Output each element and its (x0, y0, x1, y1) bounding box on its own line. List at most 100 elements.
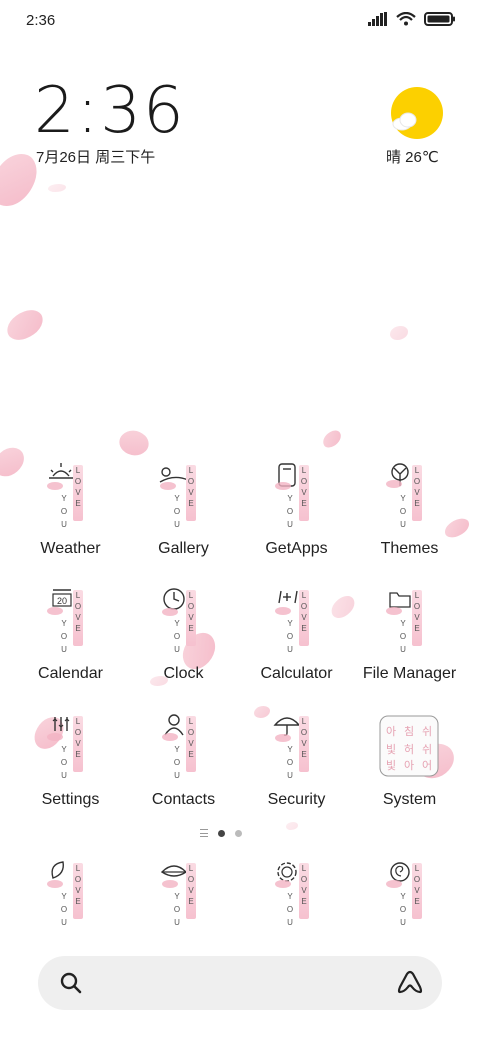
you-text: YOU (286, 494, 294, 529)
svg-text:빛: 빛 (386, 743, 396, 756)
app-label: Themes (380, 540, 439, 557)
search-bar[interactable] (38, 956, 442, 1010)
app-clock[interactable]: LOVE YOU Clock (127, 587, 240, 697)
contacts-app-icon: LOVE YOU (150, 713, 216, 785)
svg-text:아: 아 (404, 759, 414, 772)
love-strip: LOVE (73, 590, 83, 646)
you-text: YOU (286, 745, 294, 780)
you-text: YOU (399, 619, 407, 654)
app-label: Clock (163, 665, 204, 682)
flower-app-icon: LOVE YOU (263, 860, 329, 932)
weather-app-icon: LOVE YOU (37, 462, 103, 534)
svg-text:빛: 빛 (386, 759, 396, 772)
app-calculator[interactable]: LOVE YOU Calculator (240, 587, 353, 697)
status-bar: 2:36 (0, 0, 480, 44)
app-settings[interactable]: LOVE YOU Settings (14, 713, 127, 823)
security-app-icon: LOVE YOU (263, 713, 329, 785)
clock-app-icon: LOVE YOU (150, 587, 216, 659)
petal-decoration (48, 184, 66, 192)
love-strip: LOVE (186, 863, 196, 919)
app-label: GetApps (265, 540, 328, 557)
app-gallery[interactable]: LOVE YOU Gallery (127, 462, 240, 572)
svg-text:침: 침 (404, 725, 414, 738)
petal-decoration (2, 306, 48, 344)
you-text: YOU (173, 494, 181, 529)
love-strip: LOVE (299, 863, 309, 919)
love-strip: LOVE (73, 863, 83, 919)
you-text: YOU (60, 494, 68, 529)
love-strip: LOVE (299, 465, 309, 521)
you-text: YOU (173, 745, 181, 780)
leaf-app-icon: LOVE YOU (37, 860, 103, 932)
app-label: Calendar (38, 665, 103, 682)
petal-decoration (319, 427, 345, 451)
app-security[interactable]: LOVE YOU Security (240, 713, 353, 823)
love-strip: LOVE (299, 590, 309, 646)
assistant-icon[interactable] (396, 970, 424, 996)
app-themes[interactable]: LOVE YOU Themes (353, 462, 466, 572)
status-time: 2:36 (26, 12, 56, 29)
app-getapps[interactable]: LOVE YOU GetApps (240, 462, 353, 572)
themes-app-icon: LOVE YOU (376, 462, 442, 534)
wifi-icon (396, 12, 416, 26)
file-manager-app-icon: LOVE YOU (376, 587, 442, 659)
you-text: YOU (60, 745, 68, 780)
svg-text:어: 어 (422, 759, 432, 772)
app-label: Calculator (260, 665, 333, 682)
app-file-manager[interactable]: LOVE YOU File Manager (353, 587, 466, 697)
calendar-app-icon: 20 LOVE YOU (37, 587, 103, 659)
gallery-app-icon: LOVE YOU (150, 462, 216, 534)
app-label: Gallery (158, 540, 209, 557)
app-calendar[interactable]: 20 LOVE YOU Calendar (14, 587, 127, 697)
app-label: Contacts (151, 791, 216, 808)
clock-widget-time[interactable]: 2:36 (34, 74, 186, 148)
app-label: Weather (40, 540, 101, 557)
app-contacts[interactable]: LOVE YOU Contacts (127, 713, 240, 823)
dock-spiral-app[interactable]: LOVE YOU (353, 860, 466, 934)
you-text: YOU (173, 619, 181, 654)
love-strip: LOVE (412, 465, 422, 521)
chat-app-icon: LOVE YOU (150, 860, 216, 932)
svg-text:쉬: 쉬 (422, 743, 432, 756)
page-indicator[interactable] (200, 829, 242, 837)
calculator-app-icon: LOVE YOU (263, 587, 329, 659)
you-text: YOU (173, 892, 181, 927)
petal-decoration (114, 423, 154, 463)
you-text: YOU (286, 619, 294, 654)
svg-text:쉬: 쉬 (422, 725, 432, 738)
svg-text:아: 아 (386, 725, 396, 738)
app-weather[interactable]: LOVE YOU Weather (14, 462, 127, 572)
love-strip: LOVE (412, 863, 422, 919)
svg-text:20: 20 (57, 596, 67, 606)
app-label: File Manager (362, 665, 457, 682)
app-system-folder[interactable]: 아 침 쉬 빛 허 쉬 빛 아 어 System (353, 713, 466, 823)
folder-preview-icon: 아 침 쉬 빛 허 쉬 빛 아 어 (379, 715, 439, 777)
svg-text:허: 허 (404, 743, 414, 756)
love-strip: LOVE (73, 465, 83, 521)
app-label: Security (267, 791, 326, 808)
clock-widget-date[interactable]: 7月26日 周三下午 (36, 146, 155, 167)
page-dot-active (218, 829, 225, 837)
battery-icon (424, 12, 455, 26)
love-strip: LOVE (186, 590, 196, 646)
menu-lines-icon (200, 829, 208, 837)
app-label: System (382, 791, 437, 808)
dock-leaf-app[interactable]: LOVE YOU (14, 860, 127, 934)
you-text: YOU (399, 494, 407, 529)
petal-decoration (286, 822, 298, 830)
search-icon[interactable] (60, 972, 82, 994)
love-strip: LOVE (412, 590, 422, 646)
you-text: YOU (399, 892, 407, 927)
love-strip: LOVE (186, 716, 196, 772)
weather-widget-text[interactable]: 晴 26℃ (386, 146, 439, 167)
spiral-app-icon: LOVE YOU (376, 860, 442, 932)
love-strip: LOVE (73, 716, 83, 772)
petal-decoration (390, 326, 408, 340)
app-label: Settings (41, 791, 100, 808)
page-dot (235, 829, 242, 837)
dock-chat-app[interactable]: LOVE YOU (127, 860, 240, 934)
settings-app-icon: LOVE YOU (37, 713, 103, 785)
status-icons (368, 12, 456, 26)
weather-sun-icon[interactable] (388, 84, 446, 142)
dock-flower-app[interactable]: LOVE YOU (240, 860, 353, 934)
